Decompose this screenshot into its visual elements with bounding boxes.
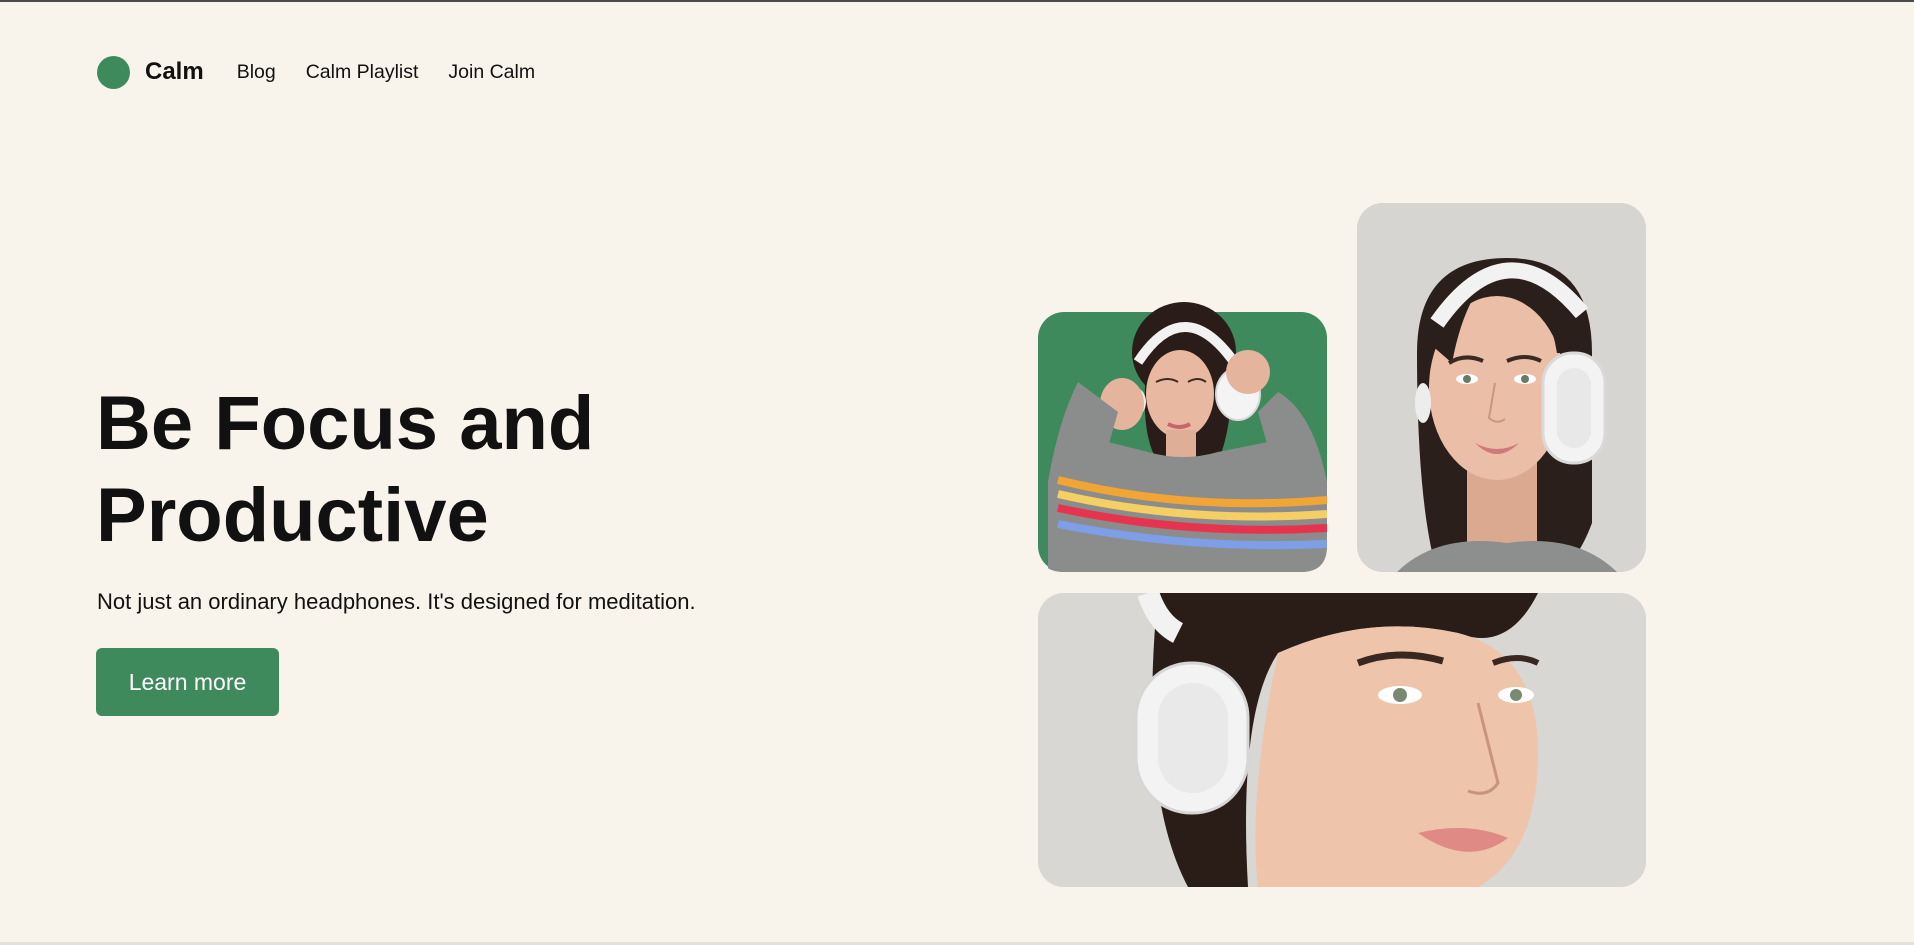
nav-links: Blog Calm Playlist Join Calm (237, 61, 535, 84)
nav-link-blog[interactable]: Blog (237, 61, 276, 84)
nav-link-join-calm[interactable]: Join Calm (448, 61, 535, 84)
hero-title: Be Focus and Productive (96, 378, 796, 562)
nav-link-calm-playlist[interactable]: Calm Playlist (306, 61, 419, 84)
hero-title-line-2: Productive (96, 473, 489, 558)
woman-portrait-photo (1357, 203, 1646, 572)
woman-green-background-photo (1038, 302, 1327, 572)
logo-circle-icon (97, 55, 130, 89)
hero-subtitle: Not just an ordinary headphones. It's de… (97, 589, 696, 614)
logo-link[interactable]: Calm (97, 55, 204, 89)
woman-closeup-illustration (1038, 593, 1646, 887)
learn-more-button[interactable]: Learn more (96, 648, 279, 716)
hero-title-line-1: Be Focus and (96, 381, 595, 466)
top-nav: Calm Blog Calm Playlist Join Calm (97, 54, 535, 90)
woman-portrait-illustration (1357, 203, 1646, 572)
brand-name: Calm (145, 58, 204, 85)
woman-closeup-photo (1038, 593, 1646, 887)
woman-green-illustration (1048, 302, 1327, 572)
